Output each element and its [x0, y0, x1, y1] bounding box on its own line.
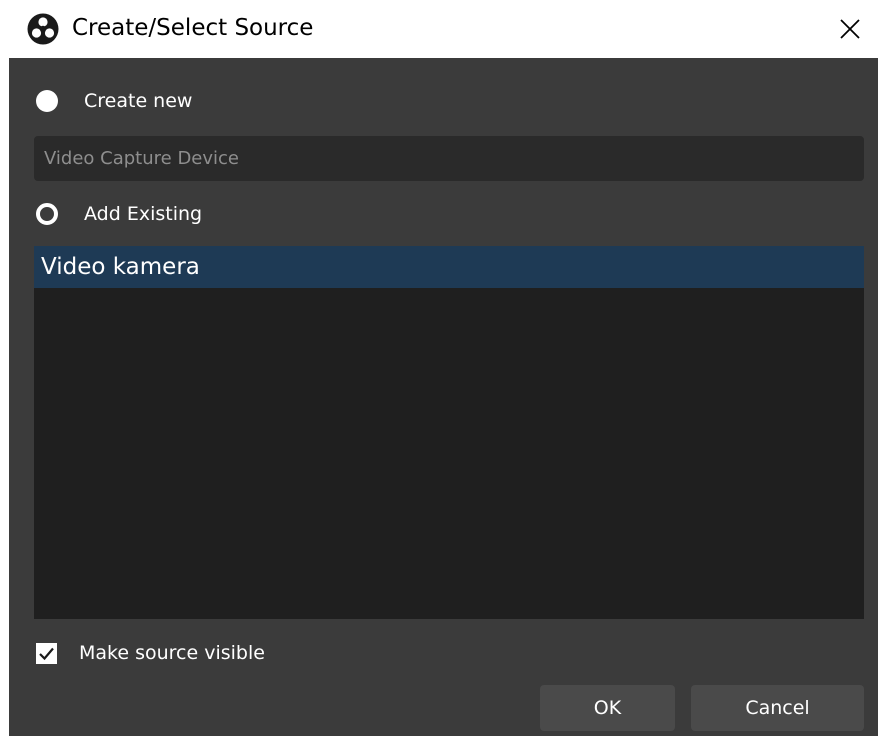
list-item[interactable]: Video kamera	[34, 246, 864, 288]
window-title: Create/Select Source	[72, 15, 314, 41]
add-existing-label: Add Existing	[84, 203, 203, 225]
create-new-radio[interactable]	[36, 90, 58, 112]
create-new-label: Create new	[84, 90, 193, 112]
obs-logo-icon	[27, 13, 59, 45]
create-new-option[interactable]: Create new	[36, 90, 192, 112]
close-button[interactable]	[830, 10, 870, 48]
add-existing-option[interactable]: Add Existing	[36, 203, 202, 225]
make-visible-option[interactable]: Make source visible	[36, 642, 265, 664]
checkmark-icon	[39, 647, 54, 660]
make-visible-label: Make source visible	[79, 642, 265, 664]
make-visible-checkbox[interactable]	[36, 642, 57, 664]
source-name-input[interactable]: Video Capture Device	[34, 136, 864, 181]
ok-button[interactable]: OK	[540, 685, 675, 731]
close-icon	[840, 19, 860, 39]
add-existing-radio[interactable]	[36, 203, 58, 225]
cancel-button[interactable]: Cancel	[691, 685, 864, 731]
existing-sources-list[interactable]: Video kamera	[34, 246, 864, 619]
title-bar: Create/Select Source	[0, 0, 878, 58]
dialog-body: Create new Video Capture Device Add Exis…	[9, 58, 878, 736]
